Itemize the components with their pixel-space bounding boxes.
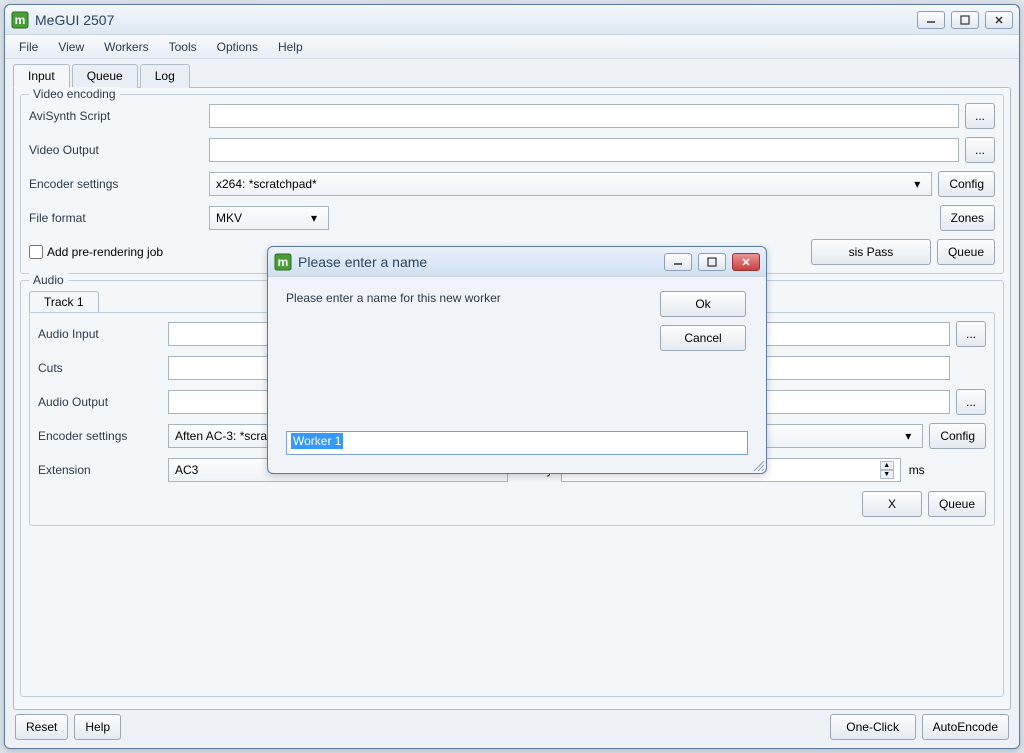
dialog-window-controls	[664, 253, 760, 271]
chevron-down-icon: ▾	[900, 429, 916, 443]
file-format-label: File format	[29, 211, 209, 225]
menu-workers[interactable]: Workers	[94, 37, 158, 57]
pre-rendering-label: Add pre-rendering job	[47, 245, 163, 259]
pre-rendering-check[interactable]	[29, 245, 43, 259]
file-format-combo[interactable]: MKV ▾	[209, 206, 329, 230]
help-button[interactable]: Help	[74, 714, 121, 740]
avisynth-input[interactable]	[209, 104, 959, 128]
maximize-button[interactable]	[951, 11, 979, 29]
avisynth-browse-button[interactable]: ...	[965, 103, 995, 129]
minimize-button[interactable]	[917, 11, 945, 29]
audio-queue-button[interactable]: Queue	[928, 491, 986, 517]
audio-encoder-label: Encoder settings	[38, 429, 168, 443]
tab-queue[interactable]: Queue	[72, 64, 138, 88]
video-output-input[interactable]	[209, 138, 959, 162]
menu-file[interactable]: File	[9, 37, 48, 57]
video-encoder-label: Encoder settings	[29, 177, 209, 191]
audio-x-button[interactable]: X	[862, 491, 922, 517]
zones-button[interactable]: Zones	[940, 205, 995, 231]
dialog-input-value: Worker 1	[291, 433, 343, 449]
spin-up-icon[interactable]: ▲	[880, 461, 894, 470]
audio-legend: Audio	[29, 273, 68, 287]
audio-input-label: Audio Input	[38, 327, 168, 341]
menu-options[interactable]: Options	[207, 37, 268, 57]
close-button[interactable]	[985, 11, 1013, 29]
video-encoder-value: x264: *scratchpad*	[216, 177, 317, 191]
svg-text:m: m	[15, 13, 26, 27]
dialog-name-input[interactable]: Worker 1	[286, 431, 748, 455]
audio-input-browse-button[interactable]: ...	[956, 321, 986, 347]
dialog-title: Please enter a name	[298, 254, 664, 270]
auto-encode-button[interactable]: AutoEncode	[922, 714, 1009, 740]
tab-input[interactable]: Input	[13, 64, 70, 88]
menu-bar: File View Workers Tools Options Help	[5, 35, 1019, 59]
video-encoding-legend: Video encoding	[29, 87, 120, 101]
one-click-button[interactable]: One-Click	[830, 714, 916, 740]
audio-tab-track1[interactable]: Track 1	[29, 291, 99, 312]
audio-config-button[interactable]: Config	[929, 423, 986, 449]
reset-button[interactable]: Reset	[15, 714, 68, 740]
menu-tools[interactable]: Tools	[159, 37, 207, 57]
window-title: MeGUI 2507	[35, 12, 917, 28]
dialog-titlebar[interactable]: m Please enter a name	[268, 247, 766, 277]
chevron-down-icon: ▾	[909, 177, 925, 191]
chevron-down-icon: ▾	[306, 211, 322, 225]
video-queue-button[interactable]: Queue	[937, 239, 995, 265]
main-tabs: Input Queue Log	[13, 63, 1011, 87]
menu-help[interactable]: Help	[268, 37, 313, 57]
dialog-minimize-button[interactable]	[664, 253, 692, 271]
dialog-window: m Please enter a name Please enter a nam…	[267, 246, 767, 474]
audio-output-browse-button[interactable]: ...	[956, 389, 986, 415]
footer-row: Reset Help One-Click AutoEncode	[13, 710, 1011, 744]
app-icon: m	[274, 253, 292, 271]
dialog-body: Please enter a name for this new worker …	[268, 277, 766, 473]
audio-output-label: Audio Output	[38, 395, 168, 409]
window-controls	[917, 11, 1013, 29]
video-encoder-combo[interactable]: x264: *scratchpad* ▾	[209, 172, 932, 196]
analysis-pass-button[interactable]: sis Pass	[811, 239, 931, 265]
extension-label: Extension	[38, 463, 168, 477]
video-output-label: Video Output	[29, 143, 209, 157]
dialog-ok-button[interactable]: Ok	[660, 291, 746, 317]
video-config-button[interactable]: Config	[938, 171, 995, 197]
cuts-label: Cuts	[38, 361, 168, 375]
menu-view[interactable]: View	[48, 37, 94, 57]
svg-text:m: m	[278, 255, 289, 269]
dialog-maximize-button[interactable]	[698, 253, 726, 271]
app-icon: m	[11, 11, 29, 29]
ms-label: ms	[909, 463, 925, 477]
main-titlebar[interactable]: m MeGUI 2507	[5, 5, 1019, 35]
dialog-cancel-button[interactable]: Cancel	[660, 325, 746, 351]
extension-value: AC3	[175, 463, 198, 477]
file-format-value: MKV	[216, 211, 242, 225]
resize-grip-icon[interactable]	[752, 459, 764, 471]
video-output-browse-button[interactable]: ...	[965, 137, 995, 163]
spin-down-icon[interactable]: ▼	[880, 470, 894, 479]
avisynth-label: AviSynth Script	[29, 109, 209, 123]
dialog-close-button[interactable]	[732, 253, 760, 271]
pre-rendering-checkbox[interactable]: Add pre-rendering job	[29, 245, 209, 259]
tab-log[interactable]: Log	[140, 64, 190, 88]
